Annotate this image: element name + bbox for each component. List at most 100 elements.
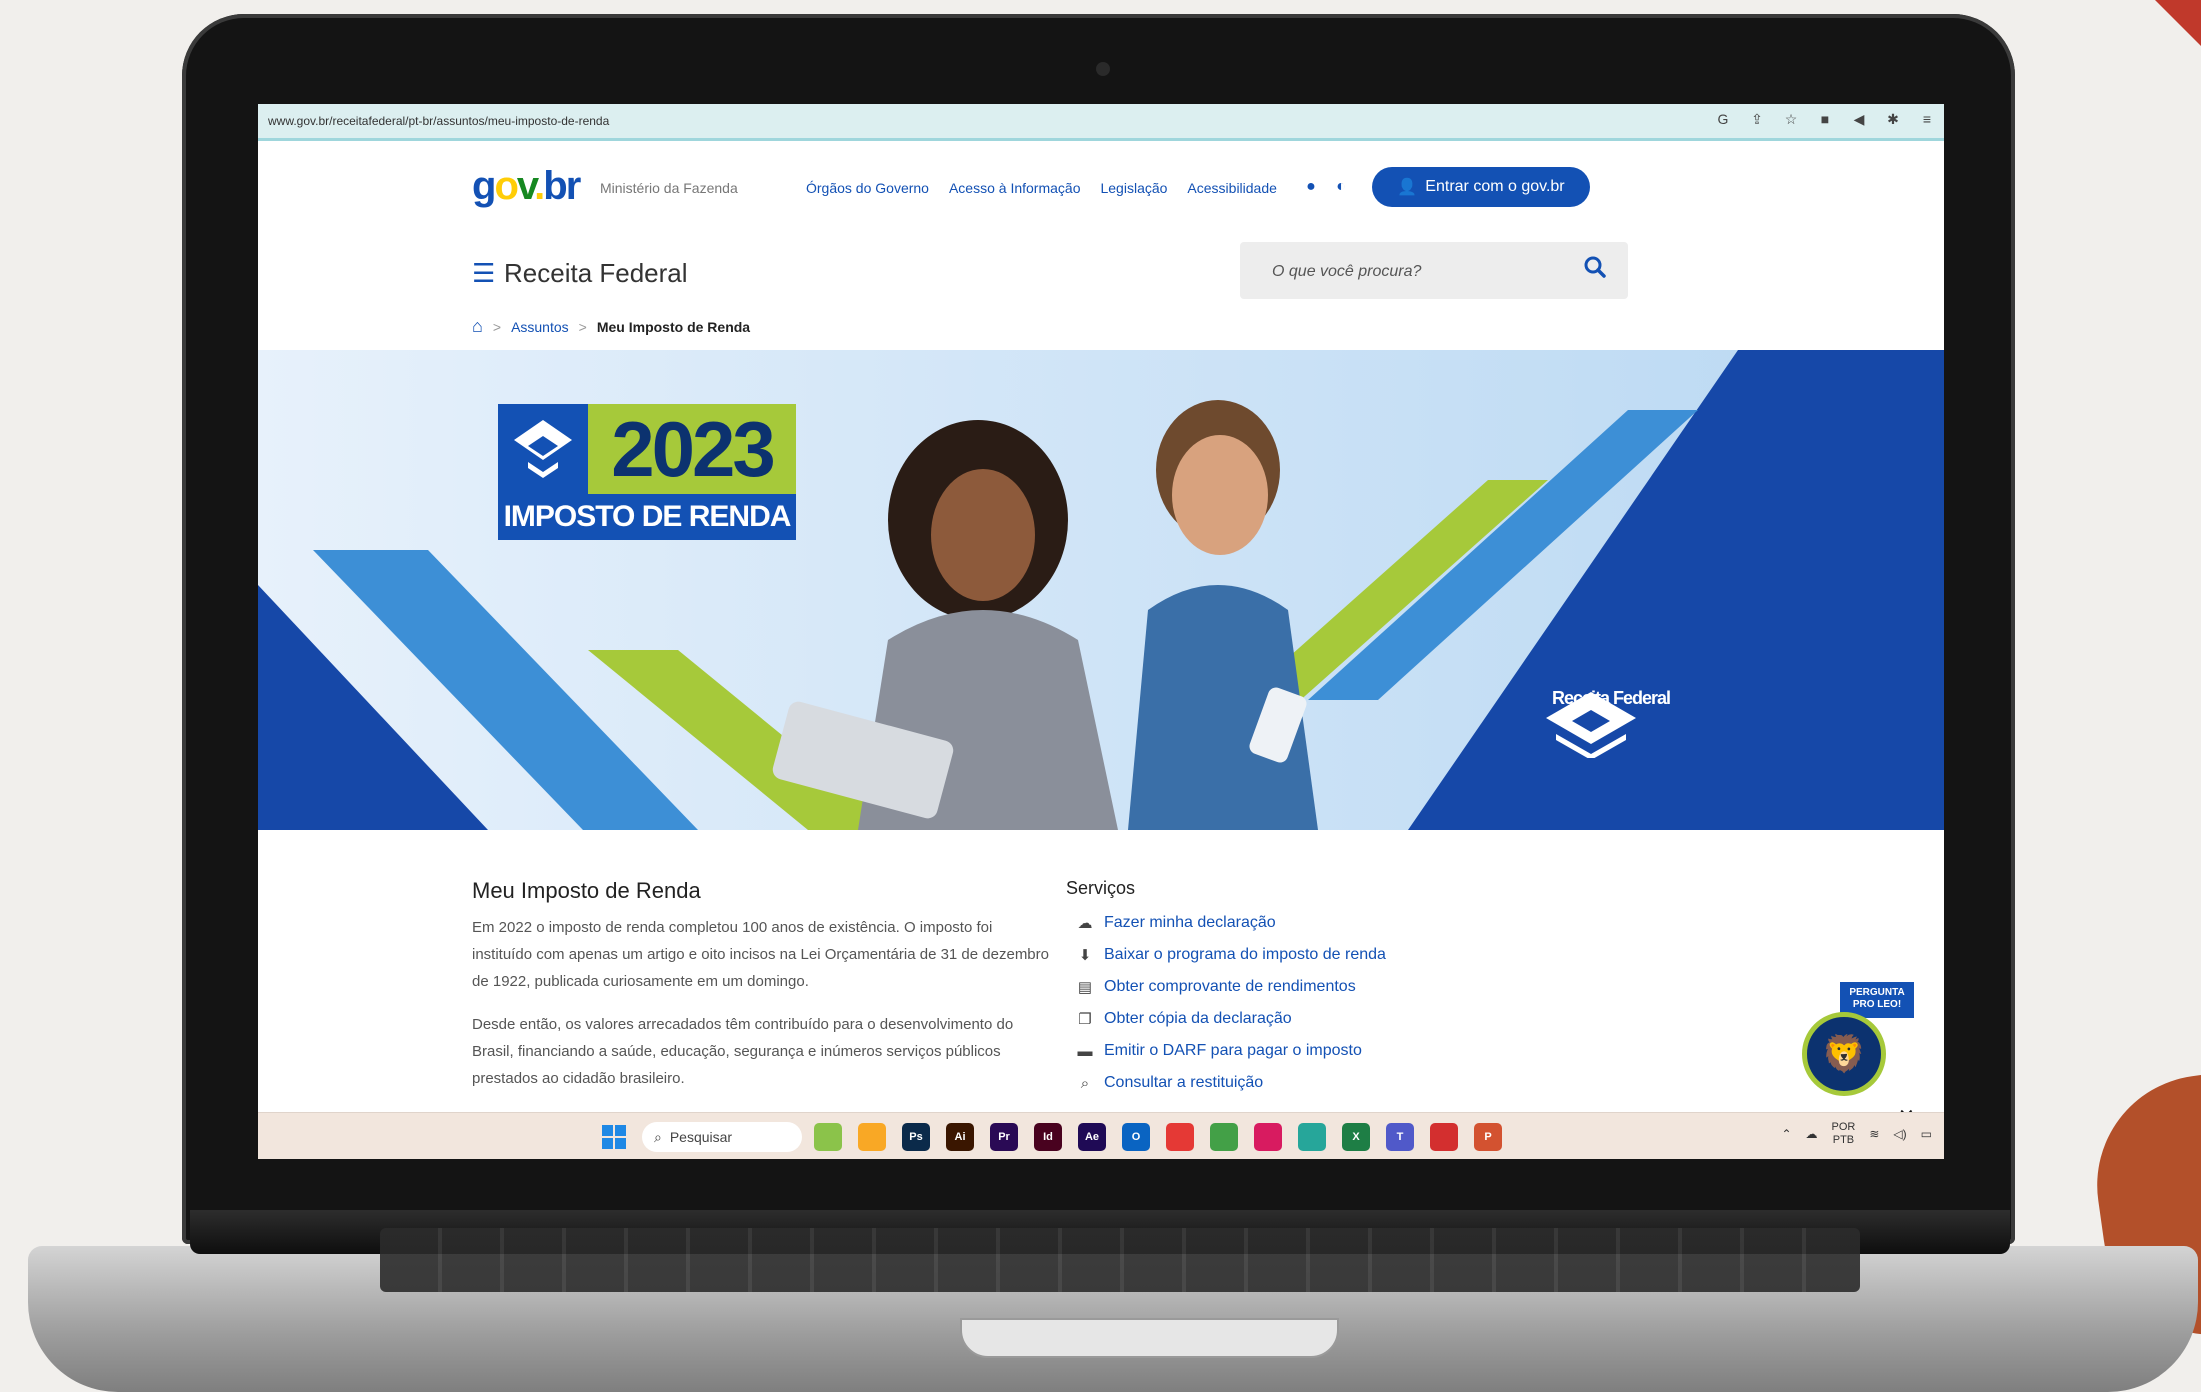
search-box	[1240, 242, 1628, 301]
indesign-app-icon[interactable]: Id	[1034, 1123, 1062, 1151]
service-label: Consultar a restituição	[1104, 1074, 1264, 1091]
google-icon[interactable]: G	[1714, 110, 1732, 128]
badge-subtitle: IMPOSTO DE RENDA	[498, 494, 796, 540]
taskbar-search[interactable]: ⌕ Pesquisar	[642, 1122, 802, 1152]
login-label: Entrar com o gov.br	[1425, 178, 1565, 195]
browser-address-bar[interactable]: www.gov.br/receitafederal/pt-br/assuntos…	[258, 104, 1944, 141]
cookie-icon[interactable]: ●	[1302, 178, 1320, 196]
photoshop-app-icon[interactable]: Ps	[902, 1123, 930, 1151]
taskbar-apps: Ps Ai Pr Id Ae O X T P	[814, 1123, 1502, 1151]
acrobat-app-icon[interactable]	[1430, 1123, 1458, 1151]
intro-paragraph-2: Desde então, os valores arrecadados têm …	[472, 1016, 1014, 1087]
receita-mark-icon	[498, 404, 588, 494]
system-tray: ⌃ ☁ POR PTB ≋ ◁) ▭	[1781, 1121, 1932, 1147]
receita-federal-logo: Receita Federal	[1536, 688, 1686, 808]
explorer-app-icon[interactable]	[858, 1123, 886, 1151]
badge-top: 2023	[498, 404, 796, 494]
service-baixar-programa[interactable]: ⬇ Baixar o programa do imposto de renda	[1066, 939, 1486, 971]
media-icon[interactable]: ◀	[1850, 110, 1868, 128]
service-fazer-declaracao[interactable]: ☁ Fazer minha declaração	[1066, 907, 1486, 939]
intro-section: Meu Imposto de Renda Em 2022 o imposto d…	[472, 878, 1052, 1108]
reading-list-icon[interactable]: ≡	[1918, 110, 1936, 128]
volume-icon[interactable]: ◁)	[1893, 1127, 1906, 1141]
notepad-app-icon[interactable]	[1298, 1123, 1326, 1151]
govbr-logo[interactable]: gov.br	[472, 164, 581, 209]
keyboard	[380, 1228, 1860, 1292]
onedrive-icon[interactable]: ☁	[1806, 1127, 1818, 1141]
link-acessibilidade[interactable]: Acessibilidade	[1187, 180, 1277, 196]
logo-o: o	[494, 164, 518, 208]
site-menu-row: ☰ Receita Federal	[472, 240, 1652, 301]
lang-bottom: PTB	[1832, 1134, 1855, 1146]
laptop-screen: www.gov.br/receitafederal/pt-br/assuntos…	[258, 104, 1944, 1159]
user-icon: 👤	[1397, 179, 1418, 196]
webcam	[1096, 62, 1110, 76]
link-orgaos[interactable]: Órgãos do Governo	[806, 180, 929, 196]
share-icon[interactable]: ⇪	[1748, 110, 1766, 128]
download-icon: ⬇	[1078, 947, 1092, 964]
hero-banner: 2023 IMPOSTO DE RENDA Receita Federal	[258, 350, 1944, 830]
service-copia-declaracao[interactable]: ❐ Obter cópia da declaração	[1066, 1003, 1486, 1035]
service-restituicao[interactable]: ⌕ Consultar a restituição	[1066, 1067, 1486, 1099]
taskbar-search-label: Pesquisar	[669, 1129, 733, 1145]
service-label: Obter comprovante de rendimentos	[1104, 978, 1356, 995]
service-emitir-darf[interactable]: ▬ Emitir o DARF para pagar o imposto	[1066, 1035, 1486, 1067]
link-legislacao[interactable]: Legislação	[1100, 180, 1167, 196]
premiere-app-icon[interactable]: Pr	[990, 1123, 1018, 1151]
snipping-app-icon[interactable]	[1254, 1123, 1282, 1151]
aftereffects-app-icon[interactable]: Ae	[1078, 1123, 1106, 1151]
chrome-profile-app-icon[interactable]	[1210, 1123, 1238, 1151]
intro-paragraph-1: Em 2022 o imposto de renda completou 100…	[472, 919, 1049, 990]
credit-card-icon: ▬	[1077, 1042, 1093, 1060]
chrome-app-icon[interactable]	[1166, 1123, 1194, 1151]
login-button[interactable]: 👤 Entrar com o gov.br	[1372, 167, 1590, 207]
logo-v: v	[516, 164, 536, 208]
teams-app-icon[interactable]: T	[1386, 1123, 1414, 1151]
services-title: Serviços	[1066, 878, 1136, 898]
trackpad	[960, 1318, 1339, 1358]
leo-assistant[interactable]: PERGUNTA PRO LEO! 🦁	[1802, 982, 1914, 1102]
logo-br: br	[543, 164, 581, 208]
breadcrumb-assuntos[interactable]: Assuntos	[511, 319, 569, 335]
powerpoint-app-icon[interactable]: P	[1474, 1123, 1502, 1151]
puzzle-icon[interactable]: ✱	[1884, 110, 1902, 128]
breadcrumb: ⌂ > Assuntos > Meu Imposto de Renda	[472, 316, 750, 337]
bookmark-star-icon[interactable]: ☆	[1782, 110, 1800, 128]
corner-decoration	[2155, 0, 2201, 46]
battery-icon[interactable]: ▭	[1921, 1127, 1932, 1141]
gov-header: gov.br Ministério da Fazenda Órgãos do G…	[472, 156, 1652, 216]
extension-icon[interactable]: ■	[1816, 110, 1834, 128]
service-label: Emitir o DARF para pagar o imposto	[1104, 1042, 1362, 1059]
leo-lion-icon: 🦁	[1802, 1012, 1886, 1096]
illustrator-app-icon[interactable]: Ai	[946, 1123, 974, 1151]
language-indicator[interactable]: POR PTB	[1832, 1121, 1856, 1147]
search-input[interactable]	[1240, 242, 1574, 301]
chevron-up-icon[interactable]: ⌃	[1781, 1127, 1791, 1141]
hamburger-menu-icon[interactable]: ☰	[472, 258, 495, 289]
file-icon: ▤	[1077, 979, 1093, 996]
windows-taskbar: ⌕ Pesquisar Ps Ai Pr Id Ae O X T P ⌃ ☁ POR PTB ≋…	[258, 1112, 1944, 1159]
wifi-icon[interactable]: ≋	[1869, 1127, 1879, 1141]
home-icon[interactable]: ⌂	[472, 316, 483, 337]
intro-title: Meu Imposto de Renda	[472, 878, 701, 903]
outlook-app-icon[interactable]: O	[1122, 1123, 1150, 1151]
windows-start-icon[interactable]	[602, 1125, 626, 1149]
excel-app-icon[interactable]: X	[1342, 1123, 1370, 1151]
search-icon: ⌕	[654, 1128, 662, 1145]
files-app-icon[interactable]	[814, 1123, 842, 1151]
service-label: Obter cópia da declaração	[1104, 1010, 1292, 1027]
site-title[interactable]: Receita Federal	[504, 258, 688, 289]
search-icon[interactable]	[1584, 256, 1606, 285]
breadcrumb-separator: >	[578, 318, 587, 335]
badge-year: 2023	[588, 404, 796, 494]
breadcrumb-separator: >	[492, 318, 502, 335]
logo-dot: .	[534, 164, 545, 208]
service-comprovante[interactable]: ▤ Obter comprovante de rendimentos	[1066, 971, 1486, 1003]
breadcrumb-current: Meu Imposto de Renda	[596, 318, 751, 335]
irpf-2023-badge: 2023 IMPOSTO DE RENDA	[498, 404, 796, 540]
browser-extensions: G ⇪ ☆ ■ ◀ ✱ ≡	[1714, 110, 1936, 128]
link-acesso-informacao[interactable]: Acesso à Informação	[949, 180, 1081, 196]
ministry-name: Ministério da Fazenda	[600, 180, 738, 196]
url-text[interactable]: www.gov.br/receitafederal/pt-br/assuntos…	[268, 114, 609, 128]
contrast-icon[interactable]: ◐	[1332, 178, 1350, 196]
